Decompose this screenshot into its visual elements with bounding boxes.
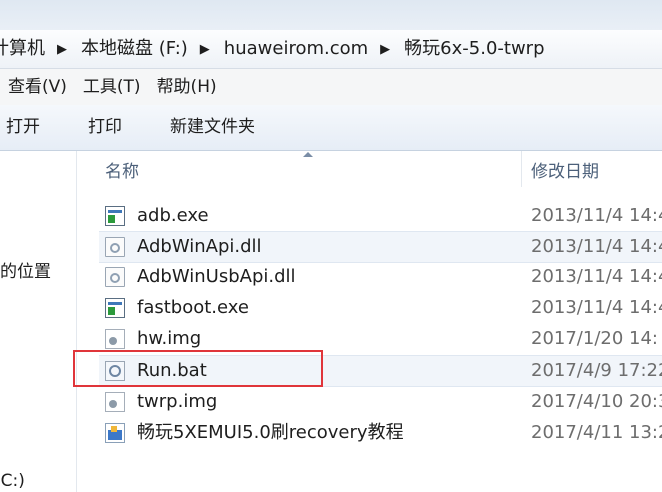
breadcrumb-huaweirom[interactable]: huaweirom.com: [224, 30, 368, 68]
nav-item-locations[interactable]: 的位置: [0, 257, 51, 282]
file-name: twrp.img: [137, 391, 218, 412]
file-name: adb.exe: [137, 205, 209, 226]
file-date: 2013/11/4 14:4: [531, 297, 662, 318]
exe-icon: [105, 298, 125, 318]
file-date: 2013/11/4 14:4: [531, 205, 662, 226]
breadcrumb-computer[interactable]: 计算机: [0, 30, 45, 68]
file-row-recovery-tutorial[interactable]: 畅玩5XEMUI5.0刷recovery教程 2017/4/11 13:2: [99, 418, 662, 448]
file-row-adb-exe[interactable]: adb.exe 2013/11/4 14:4: [99, 201, 662, 231]
annotation-highlight-box: [73, 350, 323, 387]
menu-bar: 查看(V) 工具(T) 帮助(H): [0, 69, 662, 105]
file-date: 2017/4/11 13:2: [531, 422, 662, 443]
file-name: fastboot.exe: [137, 297, 249, 318]
print-button[interactable]: 打印: [88, 105, 122, 150]
open-button[interactable]: 打开: [6, 105, 40, 150]
column-header-name[interactable]: 名称: [105, 151, 139, 193]
sort-ascending-icon: [303, 152, 313, 157]
file-row-twrp-img[interactable]: twrp.img 2017/4/10 20:3: [99, 387, 662, 417]
nav-item-drive-c[interactable]: (C:): [0, 471, 25, 491]
column-header-modified[interactable]: 修改日期: [531, 151, 599, 193]
menu-view[interactable]: 查看(V): [8, 69, 67, 105]
menu-help[interactable]: 帮助(H): [157, 69, 217, 105]
breadcrumb-separator-icon[interactable]: ▶: [380, 31, 390, 68]
file-row-adbwinusbapi-dll[interactable]: AdbWinUsbApi.dll 2013/11/4 14:4: [99, 262, 662, 292]
file-date: 2013/11/4 14:4: [531, 266, 662, 287]
file-name: AdbWinUsbApi.dll: [137, 266, 296, 287]
file-date: 2017/4/10 20:3: [531, 391, 662, 412]
menu-tools[interactable]: 工具(T): [83, 69, 141, 105]
window-titlebar: [0, 0, 662, 30]
img-file-icon: [105, 329, 125, 349]
breadcrumb-separator-icon[interactable]: ▶: [200, 31, 210, 68]
file-date: 2017/4/9 17:22: [531, 360, 662, 381]
file-name: 畅玩5XEMUI5.0刷recovery教程: [137, 422, 404, 443]
command-toolbar: 打开 打印 新建文件夹: [0, 105, 662, 151]
document-icon: [105, 423, 125, 443]
file-list[interactable]: 名称 修改日期 adb.exe 2013/11/4 14:4 AdbWinApi…: [77, 151, 662, 492]
dll-icon: [105, 267, 125, 287]
file-row-adbwinapi-dll[interactable]: AdbWinApi.dll 2013/11/4 14:4: [99, 231, 662, 263]
column-divider[interactable]: [521, 151, 522, 187]
file-date: 2013/11/4 14:4: [531, 236, 662, 257]
exe-icon: [105, 206, 125, 226]
file-row-fastboot-exe[interactable]: fastboot.exe 2013/11/4 14:4: [99, 293, 662, 323]
address-bar[interactable]: 计算机 ▶ 本地磁盘 (F:) ▶ huaweirom.com ▶ 畅玩6x-5.0-twr…: [0, 30, 662, 69]
navigation-pane[interactable]: 的位置 (C:): [0, 151, 77, 492]
img-file-icon: [105, 392, 125, 412]
breadcrumb: 计算机 ▶ 本地磁盘 (F:) ▶ huaweirom.com ▶ 畅玩6x-5.0-twr…: [0, 30, 545, 68]
breadcrumb-drive-f[interactable]: 本地磁盘 (F:): [81, 30, 188, 68]
new-folder-button[interactable]: 新建文件夹: [170, 105, 255, 150]
breadcrumb-current-folder[interactable]: 畅玩6x-5.0-twrp: [404, 30, 544, 68]
file-name: AdbWinApi.dll: [137, 236, 262, 257]
dll-icon: [105, 237, 125, 257]
breadcrumb-separator-icon[interactable]: ▶: [57, 31, 67, 68]
file-date: 2017/1/20 14:: [531, 328, 658, 349]
